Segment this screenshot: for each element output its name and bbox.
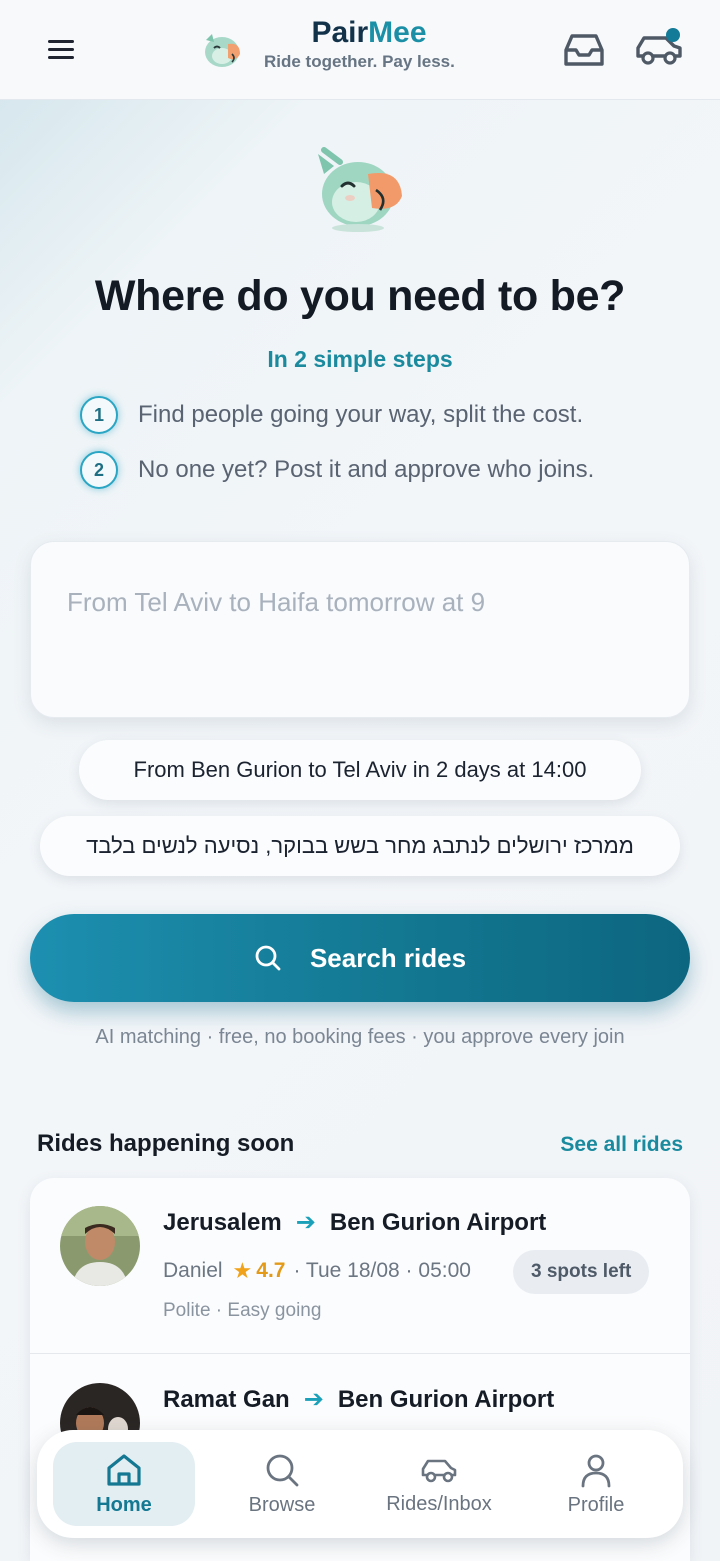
ride-from: Ramat Gan xyxy=(163,1385,290,1413)
driver-name: Daniel xyxy=(163,1259,223,1282)
nav-browse[interactable]: Browse xyxy=(211,1442,353,1526)
step-text: No one yet? Post it and approve who join… xyxy=(138,456,595,483)
nav-rides-inbox[interactable]: Rides/Inbox xyxy=(368,1442,510,1526)
step-item: 1 Find people going your way, split the … xyxy=(80,395,583,435)
nav-label: Home xyxy=(96,1493,152,1516)
brand: PairMee Ride together. Pay less. xyxy=(264,16,474,72)
nav-label: Profile xyxy=(567,1493,625,1516)
search-rides-label: Search rides xyxy=(309,942,467,973)
ride-from: Jerusalem xyxy=(163,1208,282,1236)
driver-tags: Polite · Easy going xyxy=(163,1300,322,1321)
notification-dot xyxy=(666,28,680,42)
car-icon xyxy=(421,1459,457,1482)
step-number: 1 xyxy=(80,396,118,434)
brand-tagline: Ride together. Pay less. xyxy=(264,52,455,71)
search-icon xyxy=(266,1454,299,1486)
ride-query-input[interactable] xyxy=(67,582,657,622)
step-number: 2 xyxy=(80,451,118,489)
nav-home[interactable]: Home xyxy=(53,1442,195,1526)
inbox-icon[interactable] xyxy=(560,28,608,72)
see-all-rides-link[interactable]: See all rides xyxy=(560,1133,683,1157)
steps-title: In 2 simple steps xyxy=(267,346,453,372)
arrow-right-icon: ➔ xyxy=(295,1209,316,1236)
bottom-nav: Home Browse Rides/Inbox Profile xyxy=(37,1430,683,1538)
ride-query-box[interactable] xyxy=(30,541,690,718)
ride-datetime: · Tue 18/08 · 05:00 xyxy=(293,1259,471,1282)
step-text: Find people going your way, split the co… xyxy=(138,401,584,428)
ride-to: Ben Gurion Airport xyxy=(337,1385,555,1413)
star-icon: ★ xyxy=(232,1258,253,1283)
fine-print: AI matching · free, no booking fees · yo… xyxy=(95,1026,625,1048)
nav-profile[interactable]: Profile xyxy=(525,1442,667,1526)
ride-item[interactable]: Jerusalem ➔ Ben Gurion Airport Daniel ★ … xyxy=(30,1178,690,1354)
ride-to: Ben Gurion Airport xyxy=(329,1208,547,1236)
app-header: PairMee Ride together. Pay less. xyxy=(0,0,720,100)
suggestion-chip[interactable]: From Ben Gurion to Tel Aviv in 2 days at… xyxy=(79,740,641,800)
suggestion-chip[interactable]: ממרכז ירושלים לנתבג מחר בשש בבוקר, נסיעה… xyxy=(40,816,680,876)
parrot-mascot-icon xyxy=(318,147,402,232)
driver-rating: 4.7 xyxy=(256,1259,286,1282)
parrot-logo-icon xyxy=(205,34,240,67)
arrow-right-icon: ➔ xyxy=(303,1386,324,1413)
ride-route: Jerusalem ➔ Ben Gurion Airport xyxy=(163,1208,546,1237)
search-icon xyxy=(255,945,281,971)
user-icon xyxy=(581,1454,611,1487)
section-title: Rides happening soon xyxy=(37,1130,295,1157)
avatar xyxy=(60,1206,140,1286)
nav-label: Rides/Inbox xyxy=(386,1492,492,1515)
nav-label: Browse xyxy=(248,1493,316,1516)
step-item: 2 No one yet? Post it and approve who jo… xyxy=(80,450,594,490)
ride-meta: Daniel ★ 4.7 · Tue 18/08 · 05:00 xyxy=(163,1258,471,1284)
brand-name: PairMee xyxy=(311,16,427,49)
search-rides-button[interactable]: Search rides xyxy=(30,914,690,1002)
spots-badge: 3 spots left xyxy=(513,1250,650,1294)
menu-icon[interactable] xyxy=(46,36,78,62)
home-icon xyxy=(107,1453,141,1486)
ride-route: Ramat Gan ➔ Ben Gurion Airport xyxy=(163,1385,554,1414)
page-title: Where do you need to be? xyxy=(94,272,626,320)
